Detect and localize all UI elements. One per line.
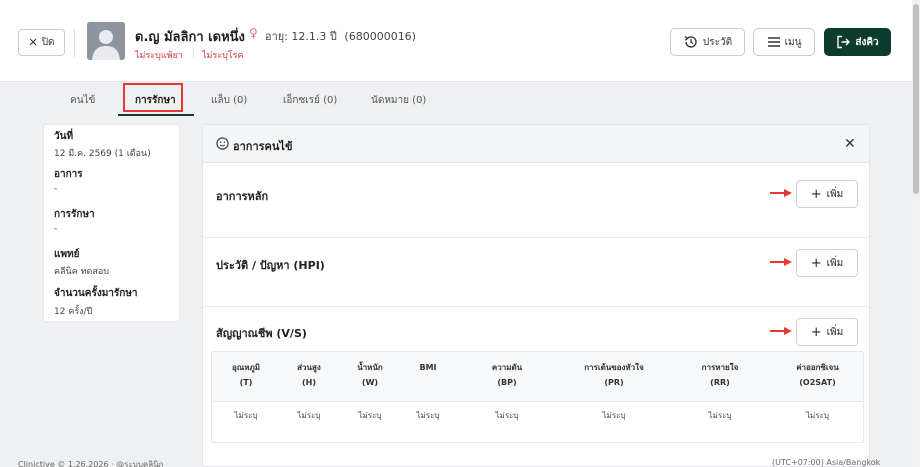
exit-arrow-icon [837,35,851,49]
disease-badge: ไม่ระบุโรค [202,51,244,61]
hpi-title: ประวัติ / ปัญหา (HPI) [216,259,325,272]
footer: Clinictive © 1.26.2026 · @ระบบคลินิก (UT… [0,458,912,467]
avatar [87,22,125,60]
header-divider [74,29,75,57]
smiley-icon [216,137,229,150]
close-label: ปิด [41,37,55,48]
vitals-o2sat-value: ไม่ระบุ [806,411,829,420]
tab-highlight-box [123,83,183,112]
red-arrow-icon [770,189,792,197]
plus-icon: + [810,186,822,202]
visit-doctor-value: คลีนิค ทดสอบ [54,267,109,277]
female-icon: ♀ [249,26,258,40]
send-queue-button[interactable]: ส่งคิว [824,28,891,56]
tab-patient[interactable]: คนไข้ [70,93,95,108]
visit-symptom-label: อาการ [54,169,83,180]
visit-summary-card: วันที่ 12 มี.ค. 2569 (1 เดือน) อาการ - ก… [43,124,180,322]
vitals-col-pr: การเต้นของหัวใจ (PR) [584,363,644,387]
plus-icon: + [810,324,822,340]
vitals-col-bp: ความดัน (BP) [491,363,523,387]
visit-date-value: 12 มี.ค. 2569 (1 เดือน) [54,149,151,159]
vitals-col-o2sat: ค่าออกซิเจน (O2SAT) [796,363,839,387]
scrollbar-thumb[interactable] [913,4,919,194]
footer-timezone: (UTC+07:00) Asia/Bangkok [772,458,881,467]
vital-signs-table: อุณหภูมิ (T) ส่วนสูง (H) น้ำหนัก (W) BMI คว… [211,351,864,443]
vitals-bp-value: ไม่ระบุ [495,411,519,420]
tab-appointment[interactable]: นัดหมาย (0) [371,93,426,108]
close-button[interactable]: ✕ ปิด [18,29,65,56]
hn-text: (680000016) [344,30,416,43]
vital-signs-title: สัญญาณชีพ (V/S) [216,327,307,340]
visit-symptom-value: - [54,184,58,194]
vitals-col-weight: น้ำหนัก (W) [357,363,383,387]
allergy-badge: ไม่ระบุแพ้ยา [135,51,183,61]
vitals-col-height: ส่วนสูง (H) [297,363,321,387]
patient-name: ด.ญ มัลลิกา เดหนึ่ง [135,30,245,45]
patient-header: ✕ ปิด ด.ญ มัลลิกา เดหนึ่ง ♀ อายุ: 12.1.3… [0,0,912,82]
vitals-height-value: ไม่ระบุ [297,411,321,420]
visit-treatment-value: - [54,224,58,234]
page-scrollbar[interactable] [912,0,920,467]
plus-icon: + [810,255,822,271]
footer-version: Clinictive © 1.26.2026 · @ระบบคลินิก [18,460,164,467]
menu-button[interactable]: เมนู [753,28,815,56]
vitals-col-rr: การหายใจ (RR) [701,363,739,387]
visit-date-label: วันที่ [54,131,74,142]
vitals-col-temp: อุณหภูมิ (T) [231,363,261,387]
red-arrow-icon [770,258,792,266]
send-queue-label: ส่งคิว [855,36,879,48]
visit-doctor-label: แพทย์ [54,249,80,260]
visit-count-value: 12 ครั้ง/ปี [54,307,93,317]
visit-count-label: จำนวนครั้งมารักษา [54,288,138,299]
vitals-bmi-value: ไม่ระบุ [416,411,440,420]
app-page: ✕ ปิด ด.ญ มัลลิกา เดหนึ่ง ♀ อายุ: 12.1.3… [0,0,920,467]
symptoms-panel-header: อาการคนไข้ ✕ [203,125,869,163]
add-chief-complaint-button[interactable]: + เพิ่ม [796,180,858,208]
vitals-weight-value: ไม่ระบุ [358,411,382,420]
history-label: ประวัติ [702,36,733,48]
vitals-col-bmi: BMI [419,363,437,372]
add-vital-signs-button[interactable]: + เพิ่ม [796,318,858,346]
vitals-pr-value: ไม่ระบุ [602,411,626,420]
vitals-rr-value: ไม่ระบุ [708,411,732,420]
symptoms-panel: อาการคนไข้ ✕ อาการหลัก + เพิ่ม ประวัติ /… [202,124,870,467]
user-avatar-icon [87,22,125,60]
add-label: เพิ่ม [826,188,844,200]
history-button[interactable]: ประวัติ [670,28,745,56]
history-icon [684,36,697,48]
vital-signs-header-row: อุณหภูมิ (T) ส่วนสูง (H) น้ำหนัก (W) BMI คว… [212,352,863,402]
age-text: อายุ: 12.1.3 ปี [265,30,337,43]
hamburger-icon [767,37,780,47]
close-icon: ✕ [28,36,38,49]
symptoms-panel-title: อาการคนไข้ [233,140,293,153]
vitals-temp-value: ไม่ระบุ [234,411,258,420]
section-divider [203,237,869,238]
close-panel-icon[interactable]: ✕ [844,136,856,152]
red-arrow-icon [770,327,792,335]
active-tab-underline [118,114,194,116]
chief-complaint-title: อาการหลัก [216,190,269,203]
visit-treatment-label: การรักษา [54,209,95,220]
add-hpi-button[interactable]: + เพิ่ม [796,249,858,277]
badge-divider: | [192,48,196,58]
section-divider [203,306,869,307]
tab-lab[interactable]: แล็บ (0) [211,93,247,108]
add-label: เพิ่ม [826,326,844,338]
menu-label: เมนู [784,36,802,48]
patient-age: อายุ: 12.1.3 ปี (680000016) [265,27,416,45]
tab-xray[interactable]: เอ็กซเรย์ (0) [283,93,337,108]
add-label: เพิ่ม [826,257,844,269]
